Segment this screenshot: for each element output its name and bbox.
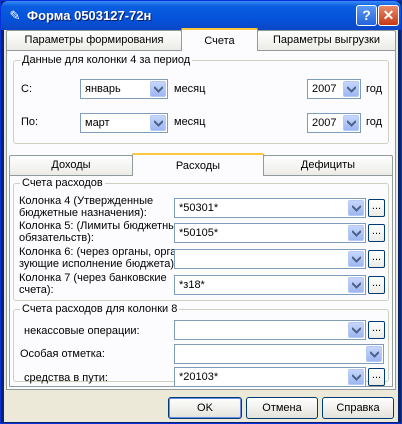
col7-account-select[interactable]: *з18* [174,275,366,295]
to-month-select[interactable]: март [80,113,168,133]
col4-label-line1: Колонка 4 (Утвержденные [19,195,154,207]
chevron-down-icon[interactable] [348,322,364,338]
in-transit-label: средства в пути: [24,372,108,384]
chevron-down-icon[interactable] [366,346,382,362]
noncash-label: некассовые операции: [24,325,140,337]
app-icon: ✎ [9,8,21,23]
chevron-down-icon[interactable] [150,115,166,131]
tab-accounts[interactable]: Счета [181,28,258,51]
expenses-panel: Счета расходов Колонка 4 (Утвержденные б… [9,175,393,387]
col6-label-line2: зующие исполнение бюджета): [19,258,178,270]
from-month-select[interactable]: январь [80,79,168,99]
col5-browse-button[interactable]: ... [368,224,385,242]
tab-deficits[interactable]: Дефициты [263,155,393,175]
noncash-browse-button[interactable]: ... [368,321,385,339]
col6-account-select[interactable] [174,249,366,269]
chevron-down-icon[interactable] [343,81,359,97]
col6-label-line1: Колонка 6: (через органы, органи- [19,246,193,258]
chevron-down-icon[interactable] [348,251,364,267]
from-year-value: 2007 [312,83,337,95]
tab-income[interactable]: Доходы [9,155,133,175]
col4-browse-button[interactable]: ... [368,199,385,217]
col5-account-select[interactable]: *50105* [174,223,366,243]
period-group-title: Данные для колонки 4 за период [20,54,193,67]
col5-label-line2: обязательств): [19,232,94,244]
accounts-panel: Данные для колонки 4 за период С: январь… [6,50,396,390]
chevron-down-icon[interactable] [348,277,364,293]
col7-label-line1: Колонка 7 (через банковские [19,272,167,284]
chevron-down-icon[interactable] [348,369,364,385]
dialog-client: Параметры формирования Счета Параметры в… [4,28,398,422]
col4-value: *50301* [179,202,219,214]
to-year-label: год [366,116,383,128]
in-transit-value: *20103* [179,371,219,383]
chevron-down-icon[interactable] [348,225,364,241]
col7-value: *з18* [179,279,205,291]
tab-expenses[interactable]: Расходы [132,153,264,176]
cancel-button[interactable]: Отмена [246,397,318,419]
title-bar[interactable]: ✎ Форма 0503127-72н ? ✕ [1,1,401,30]
col5-label-line1: Колонка 5: (Лимиты бюджетных [19,220,182,232]
ok-button[interactable]: OK [168,397,242,419]
to-month-value: март [85,117,110,129]
dialog-window: ✎ Форма 0503127-72н ? ✕ Параметры формир… [0,0,402,424]
window-title: Форма 0503127-72н [27,8,152,23]
noncash-select[interactable] [174,320,366,340]
col6-browse-button[interactable]: ... [368,250,385,268]
in-transit-browse-button[interactable]: ... [368,368,385,386]
from-year-select[interactable]: 2007 [307,79,361,99]
expense-accounts-group: Счета расходов Колонка 4 (Утвержденные б… [13,177,389,301]
chevron-down-icon[interactable] [343,115,359,131]
help-title-button[interactable]: ? [356,5,377,26]
special-mark-select[interactable] [174,344,384,364]
chevron-down-icon[interactable] [150,81,166,97]
col4-account-select[interactable]: *50301* [174,198,366,218]
col7-label-line2: счета): [19,284,54,296]
expense-accounts-title: Счета расходов [20,177,105,190]
col8-accounts-group: Счета расходов для колонки 8 некассовые … [13,303,389,387]
to-label: По: [21,116,39,128]
from-year-label: год [366,83,383,95]
close-button[interactable]: ✕ [378,5,399,26]
special-mark-label: Особая отметка: [20,348,105,360]
col4-label-line2: бюджетные назначения): [19,207,147,219]
from-month-label: месяц [174,83,206,95]
col8-accounts-title: Счета расходов для колонки 8 [20,303,180,316]
to-year-value: 2007 [312,117,337,129]
chevron-down-icon[interactable] [348,200,364,216]
col7-browse-button[interactable]: ... [368,276,385,294]
from-label: С: [21,83,32,95]
to-month-label: месяц [174,116,206,128]
col5-value: *50105* [179,227,219,239]
tab-export-params[interactable]: Параметры выгрузки [257,30,396,50]
tab-generation-params[interactable]: Параметры формирования [6,30,182,50]
to-year-select[interactable]: 2007 [307,113,361,133]
from-month-value: январь [85,83,121,95]
in-transit-select[interactable]: *20103* [174,367,366,387]
help-button[interactable]: Справка [322,397,394,419]
period-group: Данные для колонки 4 за период С: январь… [13,54,389,144]
